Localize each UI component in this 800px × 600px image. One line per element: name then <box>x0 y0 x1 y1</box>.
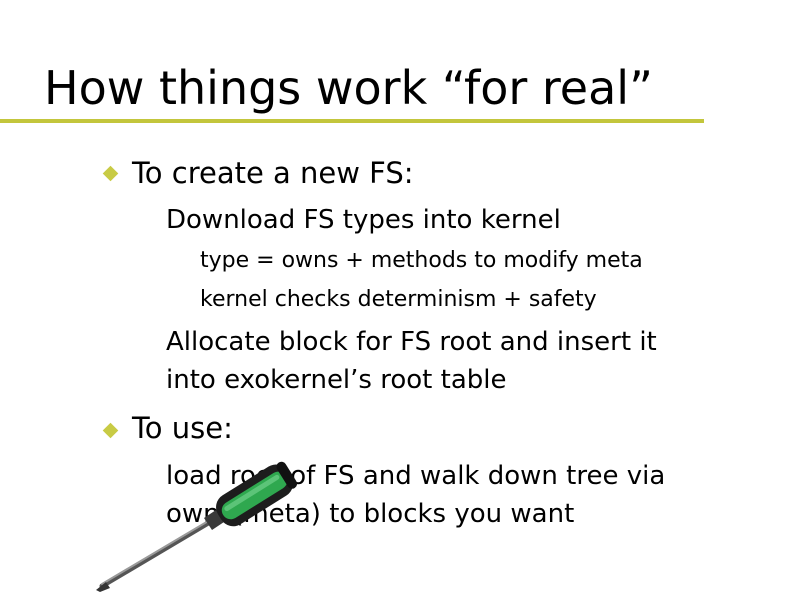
subitem-allocate-line2: into exokernel’s root table <box>166 365 507 395</box>
bullet-diamond-2 <box>102 422 119 439</box>
section-heading-use: To use: <box>132 411 233 445</box>
subsubitem-type-owns: type = owns + methods to modify meta <box>200 248 643 273</box>
subitem-allocate-line1: Allocate block for FS root and insert it <box>166 327 657 357</box>
section-heading-create: To create a new FS: <box>132 156 414 190</box>
slide-title: How things work “for real” <box>44 61 653 115</box>
subsubitem-kernel-checks: kernel checks determinism + safety <box>200 287 597 312</box>
subitem-download-types: Download FS types into kernel <box>166 205 561 235</box>
screwdriver-icon <box>96 461 298 592</box>
bullet-diamond-1 <box>102 165 119 182</box>
slide: How things work “for real” To create a n… <box>0 0 800 600</box>
title-underline <box>0 119 704 123</box>
